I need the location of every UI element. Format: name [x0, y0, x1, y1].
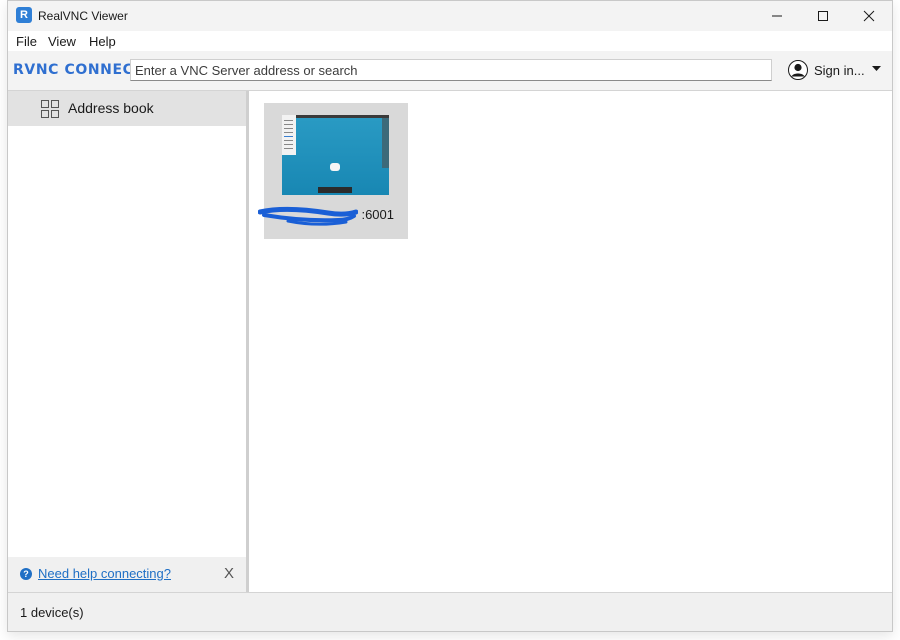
window-title: RealVNC Viewer: [38, 9, 128, 23]
menu-file[interactable]: File: [16, 34, 37, 49]
maximize-icon: [818, 11, 828, 21]
thumbnail-menu-line: [284, 128, 293, 129]
minimize-button[interactable]: [754, 1, 800, 31]
thumbnail-menu-line: [284, 124, 293, 125]
thumbnail-menu-line: [284, 120, 293, 121]
sidebar-item-address-book[interactable]: Address book: [8, 91, 246, 126]
thumbnail-menu-line: [284, 136, 293, 137]
toolbar: RVNC CONNECT Sign in...: [8, 51, 892, 91]
maximize-button[interactable]: [800, 1, 846, 31]
thumbnail-dock: [318, 187, 352, 193]
thumbnail-topbar: [282, 115, 389, 118]
user-avatar-icon: [788, 60, 808, 80]
need-help-link[interactable]: Need help connecting?: [38, 566, 171, 581]
sign-in-label: Sign in...: [814, 63, 865, 78]
close-icon: [863, 10, 875, 22]
desktop-logo-icon: [330, 163, 340, 171]
thumbnail-menu-line: [284, 132, 293, 133]
dismiss-help-button[interactable]: X: [224, 565, 234, 582]
realvnc-viewer-window: R RealVNC Viewer File View Help RVNC CON…: [7, 0, 893, 632]
grid-icon: [41, 100, 59, 118]
sidebar-item-label: Address book: [68, 100, 154, 116]
minimize-icon: [772, 15, 782, 17]
menu-view[interactable]: View: [48, 34, 76, 49]
device-card[interactable]: :6001: [258, 103, 408, 239]
device-count: 1 device(s): [20, 605, 84, 620]
thumbnail-menu-line: [284, 148, 293, 149]
menu-help[interactable]: Help: [89, 34, 116, 49]
thumbnail-menu: [282, 115, 296, 155]
realvnc-app-icon: R: [16, 7, 32, 23]
title-bar[interactable]: R RealVNC Viewer: [8, 1, 892, 31]
sign-in-button[interactable]: Sign in...: [788, 60, 888, 82]
help-banner: ? Need help connecting? X: [8, 557, 246, 592]
device-thumbnail: [282, 115, 389, 195]
thumbnail-sidepanel: [382, 118, 389, 168]
chevron-down-icon: [872, 66, 881, 71]
thumbnail-menu-line: [284, 144, 293, 145]
status-bar: 1 device(s): [8, 592, 892, 631]
vnc-connect-logo: RVNC CONNECT: [13, 62, 144, 78]
thumbnail-menu-line: [284, 140, 293, 141]
menu-bar: File View Help: [8, 31, 892, 51]
search-input[interactable]: [130, 59, 772, 81]
sidebar: Address book ? Need help connecting? X: [8, 91, 249, 592]
close-button[interactable]: [846, 1, 892, 31]
redaction-scribble: [258, 206, 358, 226]
address-book-pane: :6001: [249, 91, 892, 592]
question-icon: ?: [20, 568, 32, 580]
